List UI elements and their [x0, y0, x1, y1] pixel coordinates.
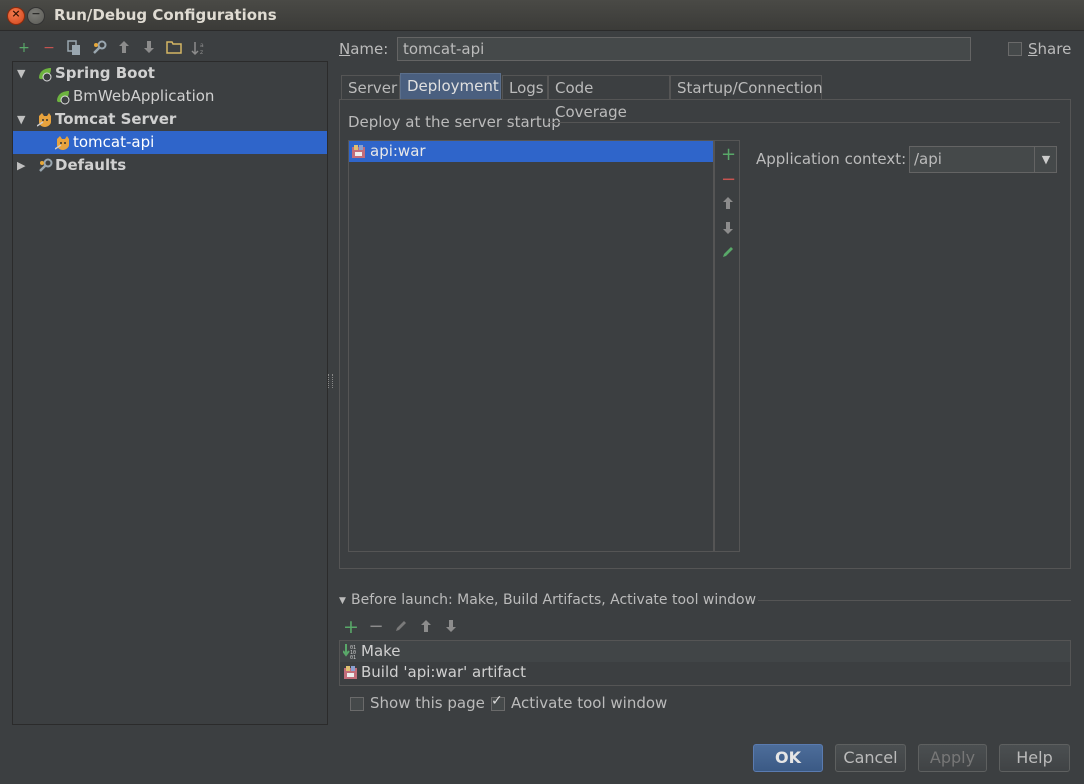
tree-item-label: Tomcat Server [55, 110, 177, 128]
context-label: Application context: [756, 150, 907, 168]
context-value: /api [914, 150, 942, 168]
spring-boot-icon [37, 66, 53, 82]
edit-pencil-icon[interactable] [393, 619, 409, 635]
tree-item-label: BmWebApplication [73, 87, 215, 105]
separator [758, 600, 1071, 601]
svg-text:z: z [200, 49, 203, 56]
minimize-icon: − [31, 7, 41, 20]
list-item[interactable]: api:war [349, 141, 713, 162]
help-button[interactable]: Help [999, 744, 1070, 772]
config-tree[interactable]: ▼ Spring Boot BmWebApplication ▼ Tomcat … [12, 61, 328, 725]
sort-icon[interactable]: az [191, 40, 207, 56]
collapsed-arrow-icon[interactable]: ▶ [17, 154, 25, 177]
move-down-icon[interactable] [721, 221, 735, 239]
name-input[interactable] [397, 37, 971, 61]
list-item[interactable]: Build 'api:war' artifact [340, 662, 1070, 683]
move-up-icon[interactable] [418, 619, 434, 635]
tree-item-label: tomcat-api [73, 133, 155, 151]
expanded-arrow-icon[interactable]: ▼ [17, 108, 25, 131]
name-label: Name: [339, 40, 389, 58]
ok-button[interactable]: OK [753, 744, 823, 772]
minimize-window-button[interactable]: − [27, 7, 45, 25]
separator [548, 122, 1060, 123]
tab-server[interactable]: Server [341, 75, 400, 99]
copy-config-icon[interactable] [66, 40, 82, 56]
move-up-icon[interactable] [721, 196, 735, 214]
move-up-icon[interactable] [116, 40, 132, 56]
share-label[interactable]: Share [1028, 40, 1071, 58]
tree-item-label: Spring Boot [55, 64, 155, 82]
share-checkbox[interactable] [1008, 42, 1022, 56]
artifact-icon [343, 665, 358, 686]
edit-pencil-icon[interactable] [721, 245, 735, 263]
tab-startup-connection[interactable]: Startup/Connection [670, 75, 823, 99]
apply-button[interactable]: Apply [918, 744, 987, 772]
deploy-section-title: Deploy at the server startup [348, 113, 561, 131]
tomcat-icon [54, 135, 71, 151]
wrench-icon[interactable] [91, 40, 107, 56]
move-down-icon[interactable] [141, 40, 157, 56]
svg-text:01: 01 [350, 655, 356, 659]
show-page-checkbox[interactable] [350, 697, 364, 711]
tomcat-icon [36, 112, 53, 128]
move-down-icon[interactable] [443, 619, 459, 635]
remove-task-icon[interactable]: − [368, 618, 384, 636]
remove-config-icon[interactable]: − [41, 40, 57, 56]
remove-artifact-icon[interactable]: − [721, 169, 736, 190]
expanded-arrow-icon[interactable]: ▼ [17, 62, 25, 85]
artifact-icon [351, 144, 366, 165]
title-bar: × − Run/Debug Configurations [0, 0, 1084, 31]
tree-item-bmwebapplication[interactable]: BmWebApplication [13, 85, 327, 108]
checkmark-icon: ✓ [491, 693, 503, 709]
window-title: Run/Debug Configurations [54, 6, 277, 24]
tree-item-defaults[interactable]: ▶ Defaults [13, 154, 327, 177]
tree-item-label: Defaults [55, 156, 127, 174]
tab-code-coverage[interactable]: Code Coverage [548, 75, 670, 121]
artifact-list[interactable] [348, 140, 714, 552]
close-icon: × [11, 7, 21, 20]
svg-text:a: a [200, 42, 204, 49]
task-label: Build 'api:war' artifact [361, 663, 527, 681]
task-label: Make [361, 642, 401, 660]
artifact-label: api:war [370, 142, 426, 160]
before-launch-title[interactable]: Before launch: Make, Build Artifacts, Ac… [351, 592, 756, 608]
list-item[interactable]: 01 10 01 Make [340, 641, 1070, 662]
show-page-label[interactable]: Show this page [370, 694, 485, 712]
folder-icon[interactable] [166, 40, 182, 56]
splitter-handle[interactable] [328, 374, 333, 388]
tab-deployment[interactable]: Deployment [400, 73, 501, 99]
spring-boot-icon [55, 89, 71, 105]
chevron-down-icon[interactable]: ▼ [1034, 147, 1057, 172]
name-label-rest: ame: [350, 40, 389, 58]
add-artifact-icon[interactable]: + [721, 144, 736, 165]
artifact-toolbar: + − [714, 140, 740, 552]
collapse-arrow-icon[interactable]: ▼ [339, 596, 346, 606]
cancel-button[interactable]: Cancel [835, 744, 906, 772]
tree-item-spring-boot[interactable]: ▼ Spring Boot [13, 62, 327, 85]
activate-tool-window-label[interactable]: Activate tool window [511, 694, 667, 712]
tree-item-tomcat-server[interactable]: ▼ Tomcat Server [13, 108, 327, 131]
tab-logs[interactable]: Logs [502, 75, 548, 99]
add-config-icon[interactable]: + [16, 40, 32, 56]
close-window-button[interactable]: × [7, 7, 25, 25]
add-task-icon[interactable]: + [343, 618, 359, 637]
tree-item-tomcat-api[interactable]: tomcat-api [13, 131, 327, 154]
wrench-icon [37, 158, 53, 174]
